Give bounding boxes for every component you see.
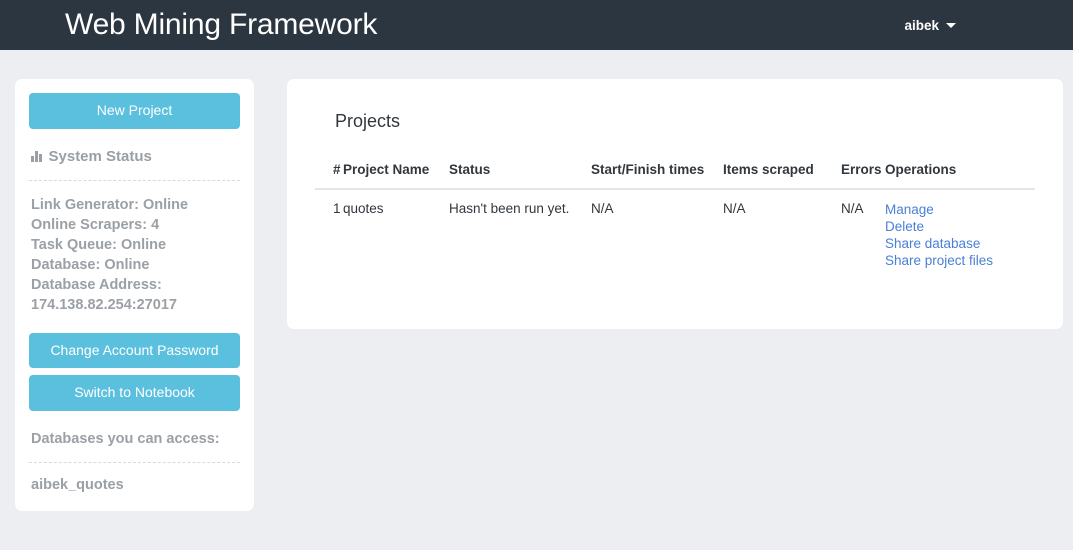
databases-heading: Databases you can access: — [31, 430, 220, 447]
sidebar-divider-bottom — [29, 461, 240, 463]
status-line: Link Generator: Online — [31, 196, 189, 213]
system-status-heading: System Status — [31, 148, 240, 165]
sidebar-panel: New Project System Status Link Generator… — [15, 79, 254, 511]
page-title: Projects — [335, 111, 401, 131]
cell-name: quotes — [343, 201, 384, 216]
system-status-list: Link Generator: Online Online Scrapers: … — [31, 195, 240, 315]
column-header-operations: Operations — [885, 162, 1035, 190]
cell-times: N/A — [591, 201, 614, 216]
cell-status: Hasn't been run yet. — [449, 201, 570, 216]
table-body: 1 quotes Hasn't been run yet. N/A N/A N/… — [315, 189, 1035, 283]
projects-table: # Project Name Status Start/Finish times… — [315, 162, 1035, 283]
change-account-password-button[interactable]: Change Account Password — [29, 332, 240, 368]
status-line: Online Scrapers: 4 — [31, 216, 160, 233]
cell-errors: N/A — [841, 201, 864, 216]
column-header-name: Project Name — [343, 162, 449, 190]
manage-link[interactable]: Manage — [885, 201, 1035, 218]
column-header-errors: Errors — [841, 162, 885, 190]
column-header-items: Items scraped — [723, 162, 841, 190]
delete-link[interactable]: Delete — [885, 218, 1035, 235]
table-header-row: # Project Name Status Start/Finish times… — [315, 162, 1035, 190]
user-menu-label: aibek — [904, 17, 939, 33]
switch-to-notebook-button[interactable]: Switch to Notebook — [29, 375, 240, 411]
page-body: New Project System Status Link Generator… — [0, 50, 1073, 511]
status-line: Database: Online — [31, 256, 150, 273]
status-line: Task Queue: Online — [31, 236, 167, 253]
column-header-times: Start/Finish times — [591, 162, 723, 190]
system-status-label: System Status — [48, 147, 152, 165]
status-line: Database Address: — [31, 276, 162, 293]
chevron-down-icon — [946, 22, 956, 28]
top-navbar: Web Mining Framework aibek — [0, 0, 1073, 50]
status-line: 174.138.82.254:27017 — [31, 296, 177, 313]
new-project-button[interactable]: New Project — [29, 93, 240, 129]
column-header-status: Status — [449, 162, 591, 190]
user-menu[interactable]: aibek — [904, 18, 1051, 33]
cell-items: N/A — [723, 201, 746, 216]
share-project-files-link[interactable]: Share project files — [885, 252, 1035, 269]
sidebar-divider-top — [29, 179, 240, 181]
cell-operations: Manage Delete Share database Share proje… — [885, 189, 1035, 283]
share-database-link[interactable]: Share database — [885, 235, 1035, 252]
projects-panel: Projects # Project Name Status Start/Fin… — [287, 79, 1063, 329]
table-row: 1 quotes Hasn't been run yet. N/A N/A N/… — [315, 189, 1035, 283]
database-list-item[interactable]: aibek_quotes — [31, 477, 240, 493]
app-title: Web Mining Framework — [65, 8, 378, 41]
table-head: # Project Name Status Start/Finish times… — [315, 162, 1035, 190]
bar-chart-icon — [31, 150, 42, 162]
cell-index: 1 — [333, 201, 341, 216]
column-header-index: # — [315, 162, 343, 190]
